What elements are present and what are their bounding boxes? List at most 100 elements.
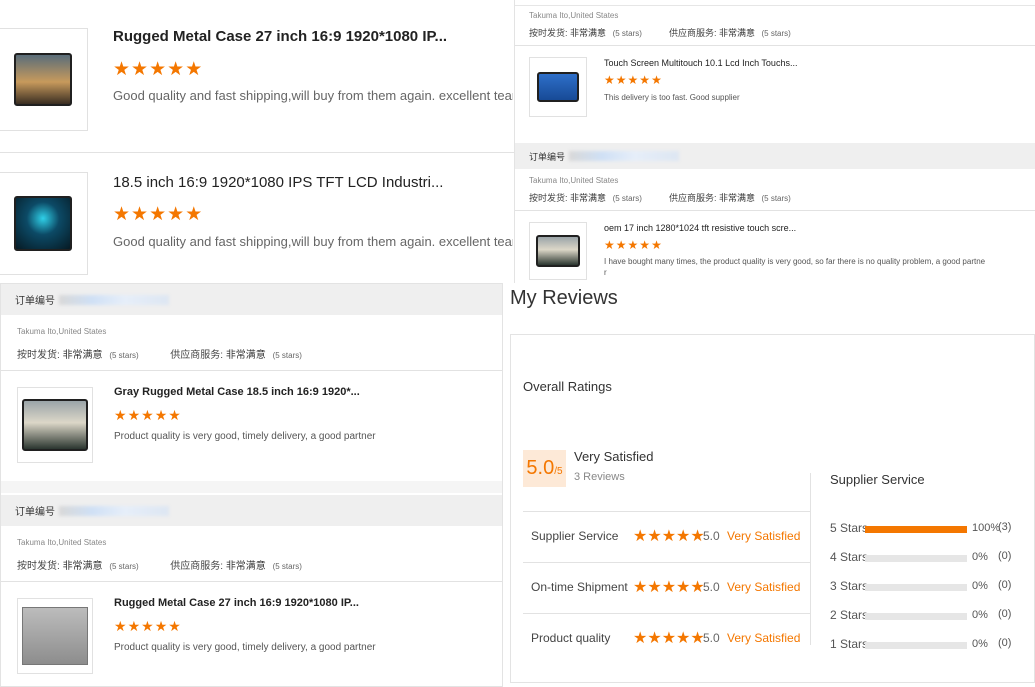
category-score: 5.0 — [703, 631, 720, 645]
service-label: 供应商服务: — [668, 193, 717, 203]
review-text-continued: r — [604, 268, 607, 277]
product-title[interactable]: Gray Rugged Metal Case 18.5 inch 16:9 19… — [114, 386, 494, 398]
breakdown-row: 1 Stars 0% (0) — [830, 637, 1020, 653]
rating-summary: 按时发货: 非常满意 (5 stars) 供应商服务: 非常满意 (5 star… — [17, 557, 302, 572]
satisfaction-level: Very Satisfied — [574, 449, 654, 464]
star-icon: ★ — [647, 579, 662, 596]
breakdown-bar — [865, 613, 967, 620]
star-icon: ★ — [676, 579, 691, 596]
buyer-location: Takuma Ito,United States — [529, 176, 619, 185]
category-label: Product quality — [531, 631, 611, 645]
product-thumbnail[interactable] — [17, 387, 93, 463]
product-title[interactable]: 18.5 inch 16:9 1920*1080 IPS TFT LCD Ind… — [113, 174, 503, 191]
service-stars: (5 stars) — [272, 351, 302, 360]
rating-stars: ★ ★ ★ ★ ★ — [633, 526, 705, 546]
category-verdict: Very Satisfied — [727, 580, 801, 594]
breakdown-count: (0) — [998, 579, 1012, 591]
star-icon: ★ — [676, 630, 691, 647]
product-thumbnail[interactable] — [529, 222, 587, 280]
breakdown-label: 1 Stars — [830, 637, 869, 651]
star-icon: ★ — [661, 528, 677, 545]
category-label: On-time Shipment — [531, 580, 628, 594]
review-card: 18.5 inch 16:9 1920*1080 IPS TFT LCD Ind… — [0, 152, 514, 283]
breakdown-label: 5 Stars — [830, 521, 869, 535]
buyer-location: Takuma Ito,United States — [17, 538, 107, 547]
star-icon: ★ — [167, 59, 185, 80]
divider — [810, 473, 811, 645]
buyer-location: Takuma Ito,United States — [17, 327, 107, 336]
product-title[interactable]: Rugged Metal Case 27 inch 16:9 1920*1080… — [113, 28, 503, 45]
product-image — [22, 399, 88, 451]
rating-stars: ★ ★ ★ ★ ★ — [113, 58, 202, 81]
product-thumbnail[interactable] — [0, 172, 88, 275]
rating-stars: ★ ★ ★ ★ ★ — [633, 577, 705, 597]
breakdown-count: (0) — [998, 637, 1012, 649]
product-thumbnail[interactable] — [17, 598, 93, 674]
star-icon: ★ — [131, 59, 149, 80]
order-number-bar: 订单编号 — [515, 143, 1035, 169]
rating-summary: 按时发货: 非常满意 (5 stars) 供应商服务: 非常满意 (5 star… — [529, 26, 791, 39]
page-title: My Reviews — [510, 287, 618, 309]
star-icon: ★ — [615, 238, 627, 252]
star-icon: ★ — [149, 59, 167, 80]
product-title[interactable]: oem 17 inch 1280*1024 tft resistive touc… — [604, 223, 1024, 233]
star-icon: ★ — [127, 407, 141, 423]
review-text: Product quality is very good, timely del… — [114, 642, 376, 653]
star-icon: ★ — [633, 528, 648, 545]
delivery-value: 非常满意 — [570, 193, 607, 203]
star-icon: ★ — [141, 407, 154, 423]
breakdown-row: 4 Stars 0% (0) — [830, 550, 1020, 566]
review-card: Rugged Metal Case 27 inch 16:9 1920*1080… — [0, 6, 514, 146]
product-title[interactable]: Touch Screen Multitouch 10.1 Lcd Inch To… — [604, 58, 1024, 68]
rating-stars: ★ ★ ★ ★ ★ — [114, 618, 181, 635]
breakdown-percent: 0% — [972, 551, 988, 563]
star-icon: ★ — [651, 238, 662, 252]
product-thumbnail[interactable] — [529, 57, 587, 117]
service-value: 非常满意 — [225, 350, 266, 361]
service-value: 非常满意 — [718, 28, 755, 38]
breakdown-count: (0) — [998, 608, 1012, 620]
breakdown-percent: 0% — [972, 609, 988, 621]
overall-score: 5.0 — [526, 457, 555, 479]
service-stars: (5 stars) — [272, 562, 302, 571]
product-title[interactable]: Rugged Metal Case 27 inch 16:9 1920*1080… — [114, 597, 494, 609]
rating-stars: ★ ★ ★ ★ ★ — [604, 238, 662, 252]
review-text: Product quality is very good, timely del… — [114, 431, 376, 442]
breakdown-percent: 100% — [972, 522, 1001, 534]
star-icon: ★ — [633, 630, 648, 647]
buyer-location: Takuma Ito,United States — [529, 11, 619, 20]
order-number-bar: 订单编号 — [1, 284, 502, 315]
divider — [515, 45, 1035, 46]
star-icon: ★ — [149, 204, 167, 225]
breakdown-bar — [865, 642, 967, 649]
star-icon: ★ — [661, 630, 677, 647]
tab-strip — [515, 0, 1035, 6]
review-count: 3 Reviews — [574, 471, 625, 483]
delivery-value: 非常满意 — [570, 28, 607, 38]
breakdown-label: 4 Stars — [830, 550, 869, 564]
divider — [1, 581, 502, 582]
review-text: Good quality and fast shipping,will buy … — [113, 88, 513, 103]
delivery-stars: (5 stars) — [612, 194, 642, 203]
service-value: 非常满意 — [718, 193, 755, 203]
star-icon: ★ — [647, 630, 662, 647]
breakdown-bar — [865, 555, 967, 562]
delivery-label: 按时发货: — [529, 28, 568, 38]
rating-summary: 按时发货: 非常满意 (5 stars) 供应商服务: 非常满意 (5 star… — [529, 191, 791, 204]
rating-stars: ★ ★ ★ ★ ★ — [633, 628, 705, 648]
top-left-review-panel: Rugged Metal Case 27 inch 16:9 1920*1080… — [0, 0, 514, 283]
delivery-value: 非常满意 — [62, 561, 103, 572]
category-score: 5.0 — [703, 529, 720, 543]
star-icon: ★ — [676, 528, 691, 545]
star-icon: ★ — [131, 204, 149, 225]
service-label: 供应商服务: — [170, 561, 224, 572]
category-verdict: Very Satisfied — [727, 631, 801, 645]
rating-stars: ★ ★ ★ ★ ★ — [604, 73, 662, 87]
delivery-label: 按时发货: — [17, 350, 60, 361]
category-row: Supplier Service ★ ★ ★ ★ ★ 5.0 Very Satisfie… — [523, 512, 810, 562]
star-icon: ★ — [141, 618, 154, 634]
product-thumbnail[interactable] — [0, 28, 88, 131]
product-image — [537, 72, 579, 102]
overall-ratings-label: Overall Ratings — [523, 379, 612, 394]
delivery-value: 非常满意 — [62, 350, 103, 361]
